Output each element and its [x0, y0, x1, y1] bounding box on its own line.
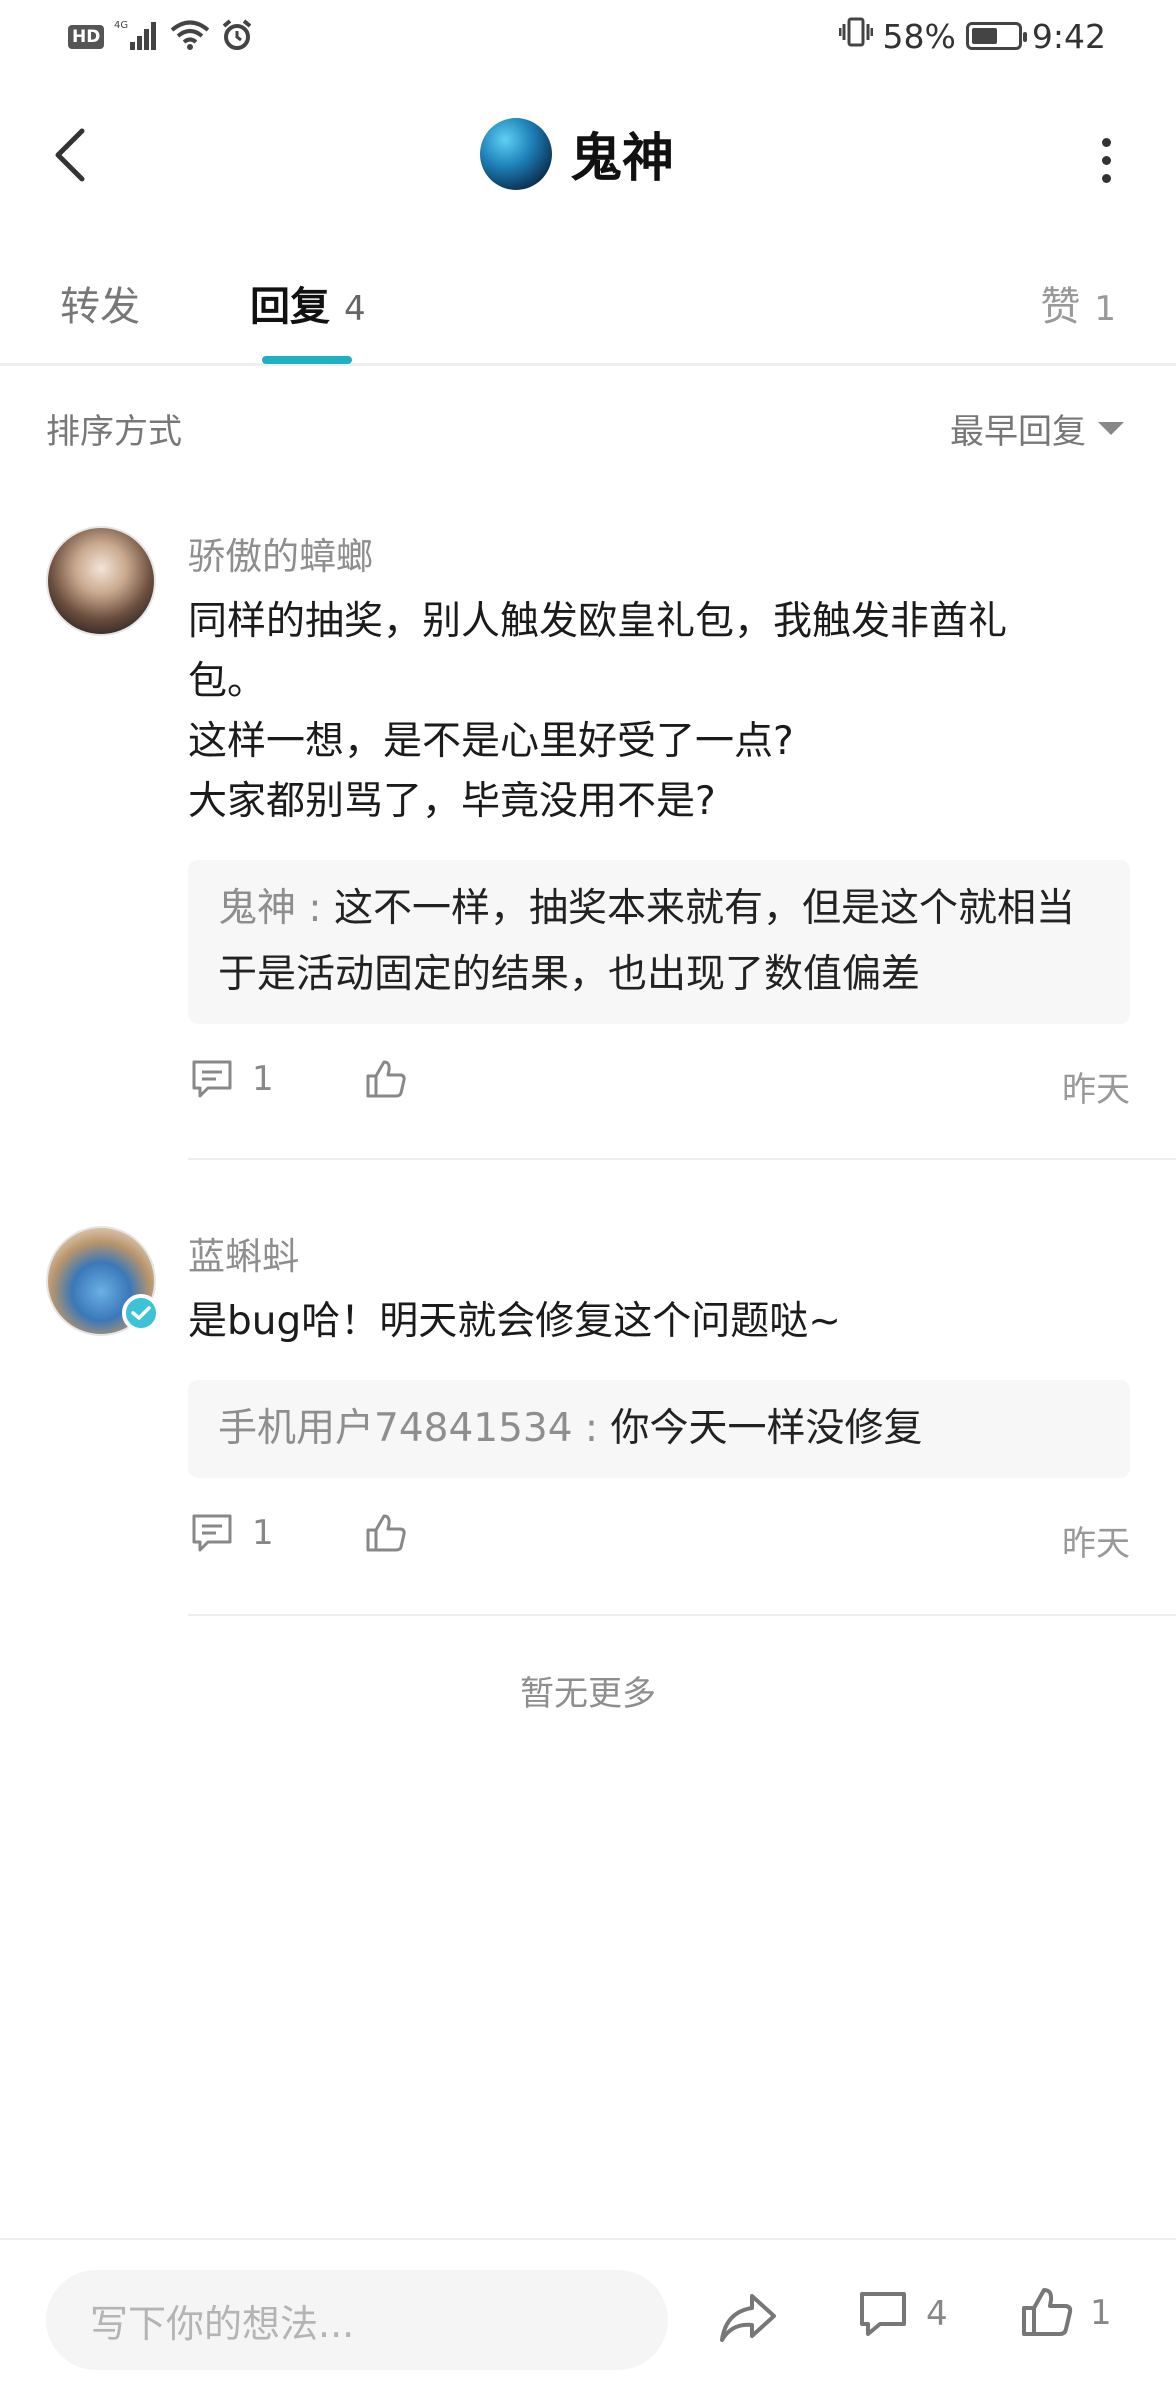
- more-button[interactable]: [1086, 130, 1126, 190]
- thumbs-up-icon: [366, 1514, 406, 1552]
- avatar[interactable]: [46, 526, 156, 636]
- comment-username[interactable]: 蓝蝌蚪: [188, 1226, 1130, 1280]
- sub-reply-username: 手机用户74841534: [218, 1406, 573, 1451]
- alarm-icon: [220, 18, 254, 56]
- author-avatar: [480, 117, 552, 190]
- network-type: 4G: [114, 20, 128, 31]
- battery-percent: 58%: [882, 16, 956, 56]
- comment-text: 同样的抽奖，别人触发欧皇礼包，我触发非酋礼 包。 这样一想，是不是心里好受了一点…: [188, 599, 1008, 824]
- status-bar: HD 4G 58% 9:42: [0, 0, 1176, 74]
- tab-count: 4: [344, 289, 366, 329]
- comment-time: 昨天: [1062, 1524, 1130, 1564]
- more-icon: [1101, 137, 1111, 147]
- tab-label: 赞: [1040, 284, 1081, 330]
- comment-icon: [192, 1514, 232, 1552]
- comment-body: 蓝蝌蚪 是bug哈！明天就会修复这个问题哒~ 手机用户74841534 : 你今…: [188, 1226, 1130, 1566]
- tab-label: 回复: [250, 284, 330, 330]
- divider: [188, 1158, 1176, 1160]
- vibrate-icon: [838, 16, 874, 56]
- tab-reply[interactable]: 回复 4: [250, 274, 366, 332]
- comment-input[interactable]: 写下你的想法...: [46, 2270, 668, 2370]
- post-author[interactable]: 鬼神: [480, 116, 674, 191]
- divider: [188, 1614, 1176, 1616]
- sub-reply[interactable]: 手机用户74841534 : 你今天一样没修复: [188, 1380, 1130, 1478]
- reply-count: 1: [252, 1513, 274, 1553]
- bottom-comment-count: 4: [926, 2294, 948, 2334]
- reply-count: 1: [252, 1059, 274, 1099]
- page-title: 鬼神: [570, 129, 675, 189]
- sub-reply-text: 你今天一样没修复: [610, 1406, 923, 1451]
- thumbs-up-icon: [366, 1060, 406, 1098]
- tab-count: 1: [1094, 289, 1116, 329]
- sub-reply-separator: :: [572, 1406, 611, 1451]
- thumbs-up-icon: [1022, 2288, 1073, 2336]
- status-right: 58% 9:42: [838, 16, 1106, 56]
- back-icon: [55, 128, 85, 182]
- battery-icon: [965, 22, 1027, 50]
- hd-icon: HD: [68, 25, 105, 49]
- back-button[interactable]: [40, 120, 100, 190]
- caret-down-icon: [1098, 422, 1124, 435]
- sub-reply-username: 鬼神: [218, 886, 297, 931]
- bottom-comment-button[interactable]: 4: [856, 2288, 948, 2340]
- sub-reply-text: 这不一样，抽奖本来就有，但是这个就相当于是活动固定的结果，也出现了数值偏差: [218, 886, 1075, 997]
- tab-bar: 转发 回复 4 赞 1: [0, 250, 1176, 366]
- status-left: HD 4G: [68, 18, 254, 56]
- comment-icon: [192, 1060, 232, 1098]
- sub-reply[interactable]: 鬼神 : 这不一样，抽奖本来就有，但是这个就相当于是活动固定的结果，也出现了数值…: [188, 860, 1130, 1024]
- clock: 9:42: [1031, 16, 1106, 56]
- no-more-text: 暂无更多: [520, 1674, 656, 1714]
- share-button[interactable]: [718, 2290, 778, 2350]
- tab-forward[interactable]: 转发: [60, 274, 140, 332]
- comment-text: 是bug哈！明天就会修复这个问题哒~: [188, 1299, 841, 1344]
- header: 鬼神: [0, 90, 1176, 220]
- signal-icon: 4G: [114, 18, 160, 56]
- comment-icon: [860, 2292, 906, 2336]
- sort-row: 排序方式 最早回复: [0, 398, 1176, 458]
- verified-icon: [122, 1294, 160, 1332]
- sort-label: 排序方式: [46, 412, 182, 452]
- bottom-like-button[interactable]: 1: [1020, 2286, 1112, 2340]
- sub-reply-separator: :: [296, 886, 334, 931]
- tab-like[interactable]: 赞 1: [1040, 274, 1116, 332]
- tab-label: 转发: [60, 284, 140, 330]
- avatar[interactable]: [46, 1226, 160, 1336]
- battery-fill: [971, 28, 998, 44]
- like-button[interactable]: [364, 1512, 408, 1554]
- comment-actions: 1 昨天: [188, 1052, 1130, 1112]
- reply-button[interactable]: 1: [190, 1512, 274, 1554]
- sort-selected: 最早回复: [950, 412, 1086, 452]
- comment-actions: 1 昨天: [188, 1506, 1130, 1566]
- bottom-bar: 写下你的想法... 4 1: [0, 2238, 1176, 2400]
- comment-body: 骄傲的蟑螂 同样的抽奖，别人触发欧皇礼包，我触发非酋礼 包。 这样一想，是不是心…: [188, 526, 1130, 1112]
- input-placeholder: 写下你的想法...: [90, 2301, 355, 2346]
- wifi-icon: [170, 19, 210, 55]
- comment-time: 昨天: [1062, 1070, 1130, 1110]
- comment-username[interactable]: 骄傲的蟑螂: [188, 526, 1130, 580]
- share-icon: [720, 2294, 776, 2342]
- sort-dropdown[interactable]: 最早回复: [950, 404, 1124, 453]
- reply-button[interactable]: 1: [190, 1058, 274, 1100]
- bottom-like-count: 1: [1090, 2293, 1112, 2333]
- like-button[interactable]: [364, 1058, 408, 1100]
- tab-indicator: [262, 356, 352, 364]
